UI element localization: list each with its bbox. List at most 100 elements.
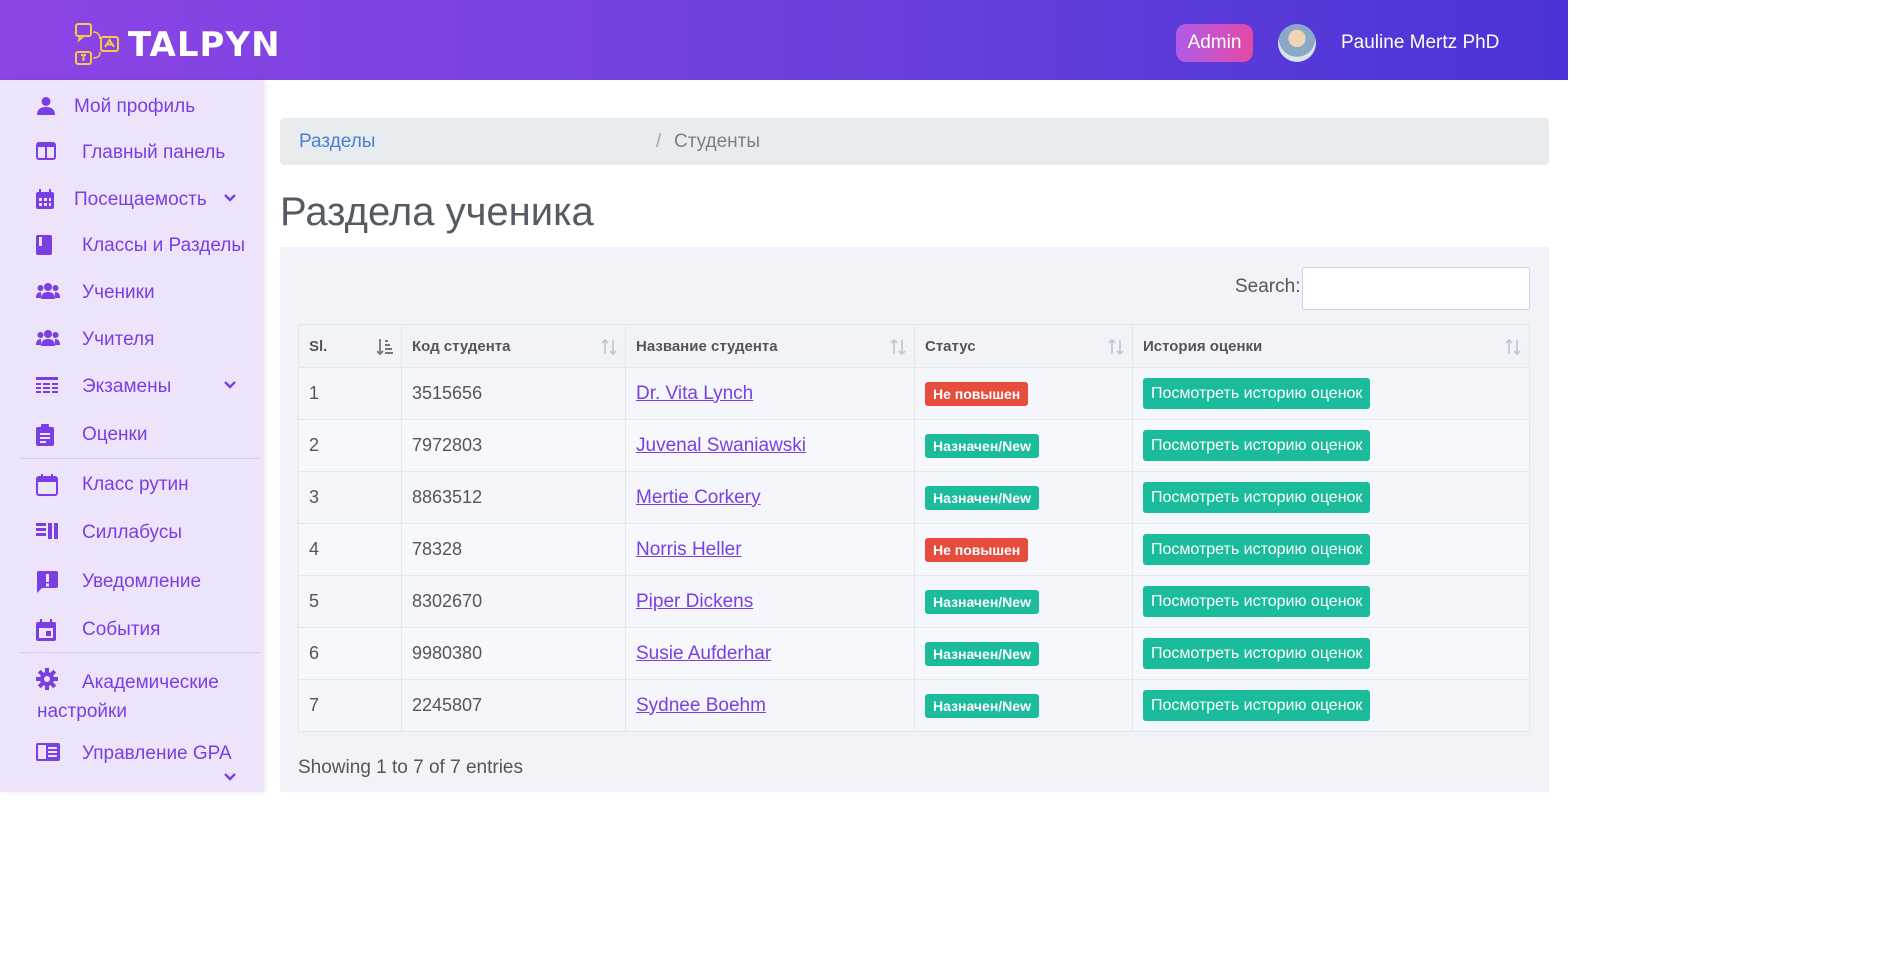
sidebar-item-routine[interactable]: Класс рутин bbox=[0, 462, 264, 506]
student-name-link[interactable]: Sydnee Boehm bbox=[636, 695, 766, 716]
column-header-grade-history[interactable]: История оценки bbox=[1132, 324, 1530, 368]
breadcrumb-link-sections[interactable]: Разделы bbox=[299, 131, 375, 153]
user-name[interactable]: Pauline Mertz PhD bbox=[1341, 32, 1499, 54]
cell-grade-history: Посмотреть историю оценок bbox=[1132, 679, 1530, 732]
sort-icon[interactable] bbox=[1108, 338, 1124, 356]
cell-grade-history: Посмотреть историю оценок bbox=[1132, 419, 1530, 472]
cell-student-code: 8863512 bbox=[401, 471, 626, 524]
sidebar-item-teachers[interactable]: Учителя bbox=[0, 317, 264, 361]
cell-student-name: Piper Dickens bbox=[625, 575, 915, 628]
student-name-link[interactable]: Juvenal Swaniawski bbox=[636, 435, 806, 456]
cell-sl: 3 bbox=[298, 471, 402, 524]
sort-ascending-icon[interactable] bbox=[376, 338, 393, 356]
status-badge: Назначен/New bbox=[925, 641, 1039, 666]
cell-student-name: Dr. Vita Lynch bbox=[625, 367, 915, 420]
book-icon bbox=[36, 235, 58, 257]
cell-status: Назначен/New bbox=[914, 627, 1133, 680]
sidebar-item-events[interactable]: События bbox=[0, 607, 264, 651]
status-badge: Не повышен bbox=[925, 537, 1029, 562]
view-grade-history-button[interactable]: Посмотреть историю оценок bbox=[1143, 638, 1371, 669]
sidebar-item-academic-settings[interactable]: Академические настройки bbox=[0, 656, 264, 726]
cell-status: Назначен/New bbox=[914, 419, 1133, 472]
cell-student-name: Juvenal Swaniawski bbox=[625, 419, 915, 472]
table-info: Showing 1 to 7 of 7 entries bbox=[298, 757, 523, 778]
cell-student-code: 78328 bbox=[401, 523, 626, 576]
status-badge: Назначен/New bbox=[925, 485, 1039, 510]
sidebar-item-dashboard[interactable]: Главный панель bbox=[0, 130, 264, 174]
sort-icon[interactable] bbox=[601, 338, 617, 356]
chevron-down-icon[interactable] bbox=[221, 768, 239, 786]
logo[interactable]: TALPYN bbox=[74, 22, 281, 68]
cell-sl: 7 bbox=[298, 679, 402, 732]
student-name-link[interactable]: Piper Dickens bbox=[636, 591, 753, 612]
cell-status: Не повышен bbox=[914, 367, 1133, 420]
sidebar-item-label: События bbox=[82, 619, 161, 640]
page-title: Раздела ученика bbox=[280, 190, 594, 234]
cell-grade-history: Посмотреть историю оценок bbox=[1132, 575, 1530, 628]
breadcrumb-separator: / bbox=[656, 131, 662, 152]
cell-student-name: Mertie Corkery bbox=[625, 471, 915, 524]
view-grade-history-button[interactable]: Посмотреть историю оценок bbox=[1143, 482, 1371, 513]
column-header-name[interactable]: Название студента bbox=[625, 324, 915, 368]
cell-sl: 6 bbox=[298, 627, 402, 680]
view-grade-history-button[interactable]: Посмотреть историю оценок bbox=[1143, 378, 1371, 409]
event-icon bbox=[36, 619, 58, 641]
calendar-grid-icon bbox=[36, 189, 58, 211]
view-grade-history-button[interactable]: Посмотреть историю оценок bbox=[1143, 430, 1371, 461]
cell-student-name: Sydnee Boehm bbox=[625, 679, 915, 732]
student-name-link[interactable]: Dr. Vita Lynch bbox=[636, 383, 753, 404]
sidebar-item-label: Оценки bbox=[82, 424, 148, 445]
sidebar-item-attendance[interactable]: Посещаемость bbox=[0, 177, 264, 221]
sidebar-divider bbox=[20, 652, 260, 653]
chevron-down-icon[interactable] bbox=[221, 189, 239, 207]
sidebar-item-classes[interactable]: Классы и Разделы bbox=[0, 223, 264, 267]
sidebar-item-label: Классы и Разделы bbox=[82, 235, 246, 256]
cell-student-code: 2245807 bbox=[401, 679, 626, 732]
table-row: 5 8302670 Piper Dickens Назначен/New Посмотр… bbox=[298, 575, 1530, 628]
status-badge: Назначен/New bbox=[925, 589, 1039, 614]
cell-sl: 2 bbox=[298, 419, 402, 472]
users-icon bbox=[36, 282, 60, 304]
sidebar-item-label: Учителя bbox=[82, 329, 155, 350]
student-name-link[interactable]: Mertie Corkery bbox=[636, 487, 761, 508]
sidebar-item-gpa[interactable]: Управление GPA bbox=[0, 731, 264, 791]
chevron-down-icon[interactable] bbox=[221, 376, 239, 394]
search-input[interactable] bbox=[1302, 267, 1530, 310]
sidebar-item-students[interactable]: Ученики bbox=[0, 270, 264, 314]
view-grade-history-button[interactable]: Посмотреть историю оценок bbox=[1143, 586, 1371, 617]
students-table-body: 1 3515656 Dr. Vita Lynch Не повышен Посмотре… bbox=[298, 367, 1530, 732]
table-row: 4 78328 Norris Heller Не повышен Посмотреть … bbox=[298, 523, 1530, 576]
status-badge: Не повышен bbox=[925, 381, 1029, 406]
sidebar: Мой профиль Главный панель Посещаемость … bbox=[0, 80, 264, 792]
column-header-code[interactable]: Код студента bbox=[401, 324, 626, 368]
breadcrumb: Разделы / Студенты bbox=[280, 118, 1549, 165]
status-badge: Назначен/New bbox=[925, 433, 1039, 458]
cell-grade-history: Посмотреть историю оценок bbox=[1132, 367, 1530, 420]
sidebar-item-grades[interactable]: Оценки bbox=[0, 412, 264, 456]
view-grade-history-button[interactable]: Посмотреть историю оценок bbox=[1143, 690, 1371, 721]
sort-icon[interactable] bbox=[890, 338, 906, 356]
column-header-status[interactable]: Статус bbox=[914, 324, 1133, 368]
student-name-link[interactable]: Susie Aufderhar bbox=[636, 643, 771, 664]
cell-student-name: Susie Aufderhar bbox=[625, 627, 915, 680]
cell-sl: 5 bbox=[298, 575, 402, 628]
table-row: 7 2245807 Sydnee Boehm Назначен/New Посмотре… bbox=[298, 679, 1530, 732]
student-name-link[interactable]: Norris Heller bbox=[636, 539, 742, 560]
top-header: TALPYN Admin Pauline Mertz PhD bbox=[0, 0, 1568, 80]
logo-icon bbox=[74, 22, 122, 68]
sidebar-item-label: Уведомление bbox=[82, 571, 202, 592]
column-header-sl[interactable]: Sl. bbox=[298, 324, 402, 368]
view-grade-history-button[interactable]: Посмотреть историю оценок bbox=[1143, 534, 1371, 565]
sidebar-item-syllabus[interactable]: Силлабусы bbox=[0, 510, 264, 554]
breadcrumb-current: Студенты bbox=[674, 131, 761, 152]
sidebar-item-exams[interactable]: Экзамены bbox=[0, 364, 264, 408]
sidebar-item-label: Ученики bbox=[82, 282, 155, 303]
cell-student-code: 3515656 bbox=[401, 367, 626, 420]
table-row: 6 9980380 Susie Aufderhar Назначен/New Посмо… bbox=[298, 627, 1530, 680]
sidebar-item-notifications[interactable]: Уведомление bbox=[0, 559, 264, 603]
clipboard-icon bbox=[36, 424, 58, 446]
avatar[interactable] bbox=[1278, 24, 1316, 62]
sidebar-item-profile[interactable]: Мой профиль bbox=[0, 84, 264, 128]
role-badge[interactable]: Admin bbox=[1176, 24, 1253, 62]
sort-icon[interactable] bbox=[1505, 338, 1521, 356]
